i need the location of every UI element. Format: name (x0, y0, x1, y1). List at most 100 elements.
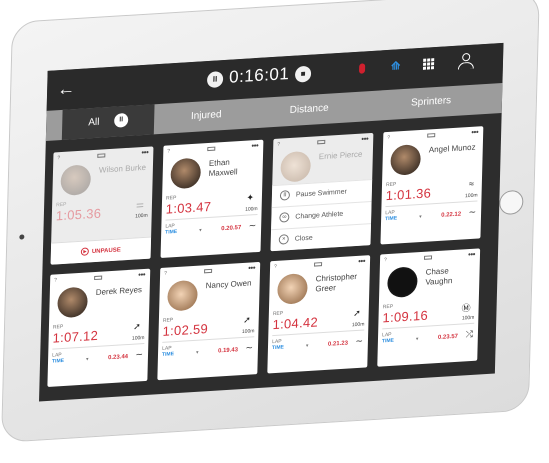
unpause-button[interactable]: ▶ UNPAUSE (50, 236, 152, 265)
grid-icon[interactable] (422, 58, 435, 70)
status-indicator: ? (277, 141, 281, 148)
back-arrow-icon[interactable]: ← (57, 78, 76, 99)
rep-time: 1:01.36 (385, 185, 432, 204)
stop-timer-button[interactable]: ■ (294, 65, 312, 83)
battery-icon (427, 133, 436, 138)
menu-item-label: Pause Swimmer (295, 188, 347, 199)
status-indicator: ? (57, 155, 61, 162)
avatar (60, 164, 92, 197)
tab-all[interactable]: All II (61, 104, 155, 140)
chevron-down-icon[interactable]: ▾ (199, 227, 202, 233)
distance: 100m (245, 206, 258, 213)
chevron-down-icon[interactable]: ▾ (306, 343, 309, 349)
chevron-down-icon[interactable]: ▾ (419, 214, 422, 220)
avatar (277, 272, 308, 305)
unpause-label: UNPAUSE (91, 247, 121, 256)
more-options-icon[interactable]: ••• (141, 148, 148, 157)
butterfly-stroke-icon: ✦ (246, 192, 255, 203)
more-options-icon[interactable]: ••• (361, 134, 368, 143)
swimmer-card[interactable]: ? ••• Ethan Maxwell REP 1:03.47 ✦ 100m L… (160, 139, 264, 258)
battery-icon (204, 268, 213, 274)
breaststroke-icon: ≈ (468, 178, 474, 190)
more-options-icon[interactable]: ••• (468, 250, 475, 259)
rep-time: 1:07.12 (52, 327, 99, 346)
swimmer-card[interactable]: ? ••• Ernie Pierce II Pause Swimmer ∞ Chan… (270, 132, 374, 252)
avatar (170, 157, 202, 190)
camera-dot (19, 234, 25, 240)
rep-time: 1:05.36 (55, 205, 102, 224)
lap-type-select[interactable]: TIME (162, 351, 174, 358)
freestyle-stroke-icon: ➚ (133, 321, 141, 332)
status-indicator: ? (273, 263, 277, 271)
lap-time: 0.22.12 (441, 211, 462, 219)
freestyle-stroke-icon: ➚ (243, 314, 251, 325)
session-timer: 0:16:01 (228, 64, 290, 87)
more-options-icon[interactable]: ••• (251, 141, 258, 150)
bluetooth-icon[interactable]: ⟰ (391, 59, 401, 73)
lap-type-select[interactable]: TIME (382, 338, 394, 345)
avatar (387, 266, 418, 299)
swimmer-card[interactable]: ? ••• Chase Vaughn REP 1:09.16 Ⓜ 100m LA… (377, 248, 481, 367)
distance: 100m (135, 212, 148, 220)
swimmer-grid: ? ••• Wilson Burke REP 1:05.36 ⚌ 100m ▶ U… (47, 126, 493, 399)
swimmer-name: Angel Munoz (428, 142, 476, 155)
chevron-down-icon[interactable]: ▾ (416, 336, 419, 342)
swimmer-card[interactable]: ? ••• Angel Munoz REP 1:01.36 ≈ 100m LAP… (380, 126, 484, 245)
avatar (57, 286, 88, 319)
status-indicator: ? (54, 277, 58, 284)
chevron-down-icon[interactable]: ▾ (86, 356, 89, 362)
more-options-icon[interactable]: ••• (138, 270, 145, 279)
swimmer-card[interactable]: ? ••• Wilson Burke REP 1:05.36 ⚌ 100m ▶ U… (50, 146, 154, 265)
tab-label: All (88, 116, 100, 129)
status-indicator: ? (383, 257, 387, 264)
lap-type-select[interactable]: TIME (272, 344, 284, 351)
play-icon: ▶ (80, 247, 89, 257)
lap-type-select[interactable]: TIME (385, 215, 397, 222)
swimmer-name: Chase Vaughn (425, 266, 453, 287)
pause-timer-button[interactable]: II (206, 71, 224, 89)
microphone-icon[interactable] (358, 63, 366, 74)
distance: 100m (351, 321, 365, 329)
battery-icon (97, 153, 106, 158)
distance: 100m (464, 192, 478, 200)
swimmer-stroke-icon: ∼ (245, 342, 254, 353)
pause-all-button[interactable]: II (113, 113, 129, 129)
battery-icon (314, 262, 323, 267)
avatar (390, 143, 422, 176)
lap-type-select[interactable]: TIME (165, 229, 177, 236)
distance: 100m (241, 328, 255, 336)
swimmer-options-menu: II Pause Swimmer ∞ Change Athlete × Close (270, 178, 373, 252)
home-button[interactable] (498, 189, 524, 216)
user-icon[interactable] (457, 51, 476, 72)
more-options-icon[interactable]: ••• (248, 263, 255, 272)
swimmer-stroke-icon: ∼ (135, 349, 144, 360)
shuffle-icon: ⤮ (465, 328, 474, 340)
swimmer-name: Wilson Burke (98, 162, 147, 175)
chevron-down-icon[interactable]: ▾ (196, 350, 199, 356)
battery-icon (207, 146, 216, 152)
more-options-icon[interactable]: ••• (471, 127, 478, 136)
lap-time: 0.21.23 (327, 340, 349, 348)
more-options-icon[interactable]: ••• (358, 256, 365, 265)
avatar (280, 150, 312, 183)
swimmer-card[interactable]: ? ••• Nancy Owen REP 1:02.59 ➚ 100m LAP … (157, 261, 261, 381)
tab-sprinters[interactable]: Sprinters (376, 84, 487, 121)
swimmer-name: Christopher Greer (315, 271, 358, 294)
stroke-icon: ⚌ (135, 198, 145, 210)
battery-icon (94, 275, 103, 281)
tab-injured[interactable]: Injured (166, 99, 247, 134)
tablet-device: ← II 0:16:01 ■ ⟰ All II Injured Distance… (1, 0, 540, 443)
swimmer-name: Ethan Maxwell (208, 157, 238, 179)
lap-type-select[interactable]: TIME (52, 358, 64, 365)
swimmer-card[interactable]: ? ••• Christopher Greer REP 1:04.42 ➚ 10… (267, 255, 371, 374)
individual-medley-icon: Ⓜ (461, 302, 471, 314)
distance: 100m (461, 314, 475, 322)
swimmer-card[interactable]: ? ••• Derek Reyes REP 1:07.12 ➚ 100m LAP… (47, 268, 151, 387)
avatar (167, 279, 198, 312)
swap-icon: ∞ (279, 212, 290, 223)
battery-icon (423, 255, 433, 260)
lap-time: 0.19.43 (217, 347, 239, 355)
status-indicator: ? (167, 148, 171, 155)
tab-distance[interactable]: Distance (264, 92, 355, 128)
status-indicator: ? (164, 270, 167, 277)
